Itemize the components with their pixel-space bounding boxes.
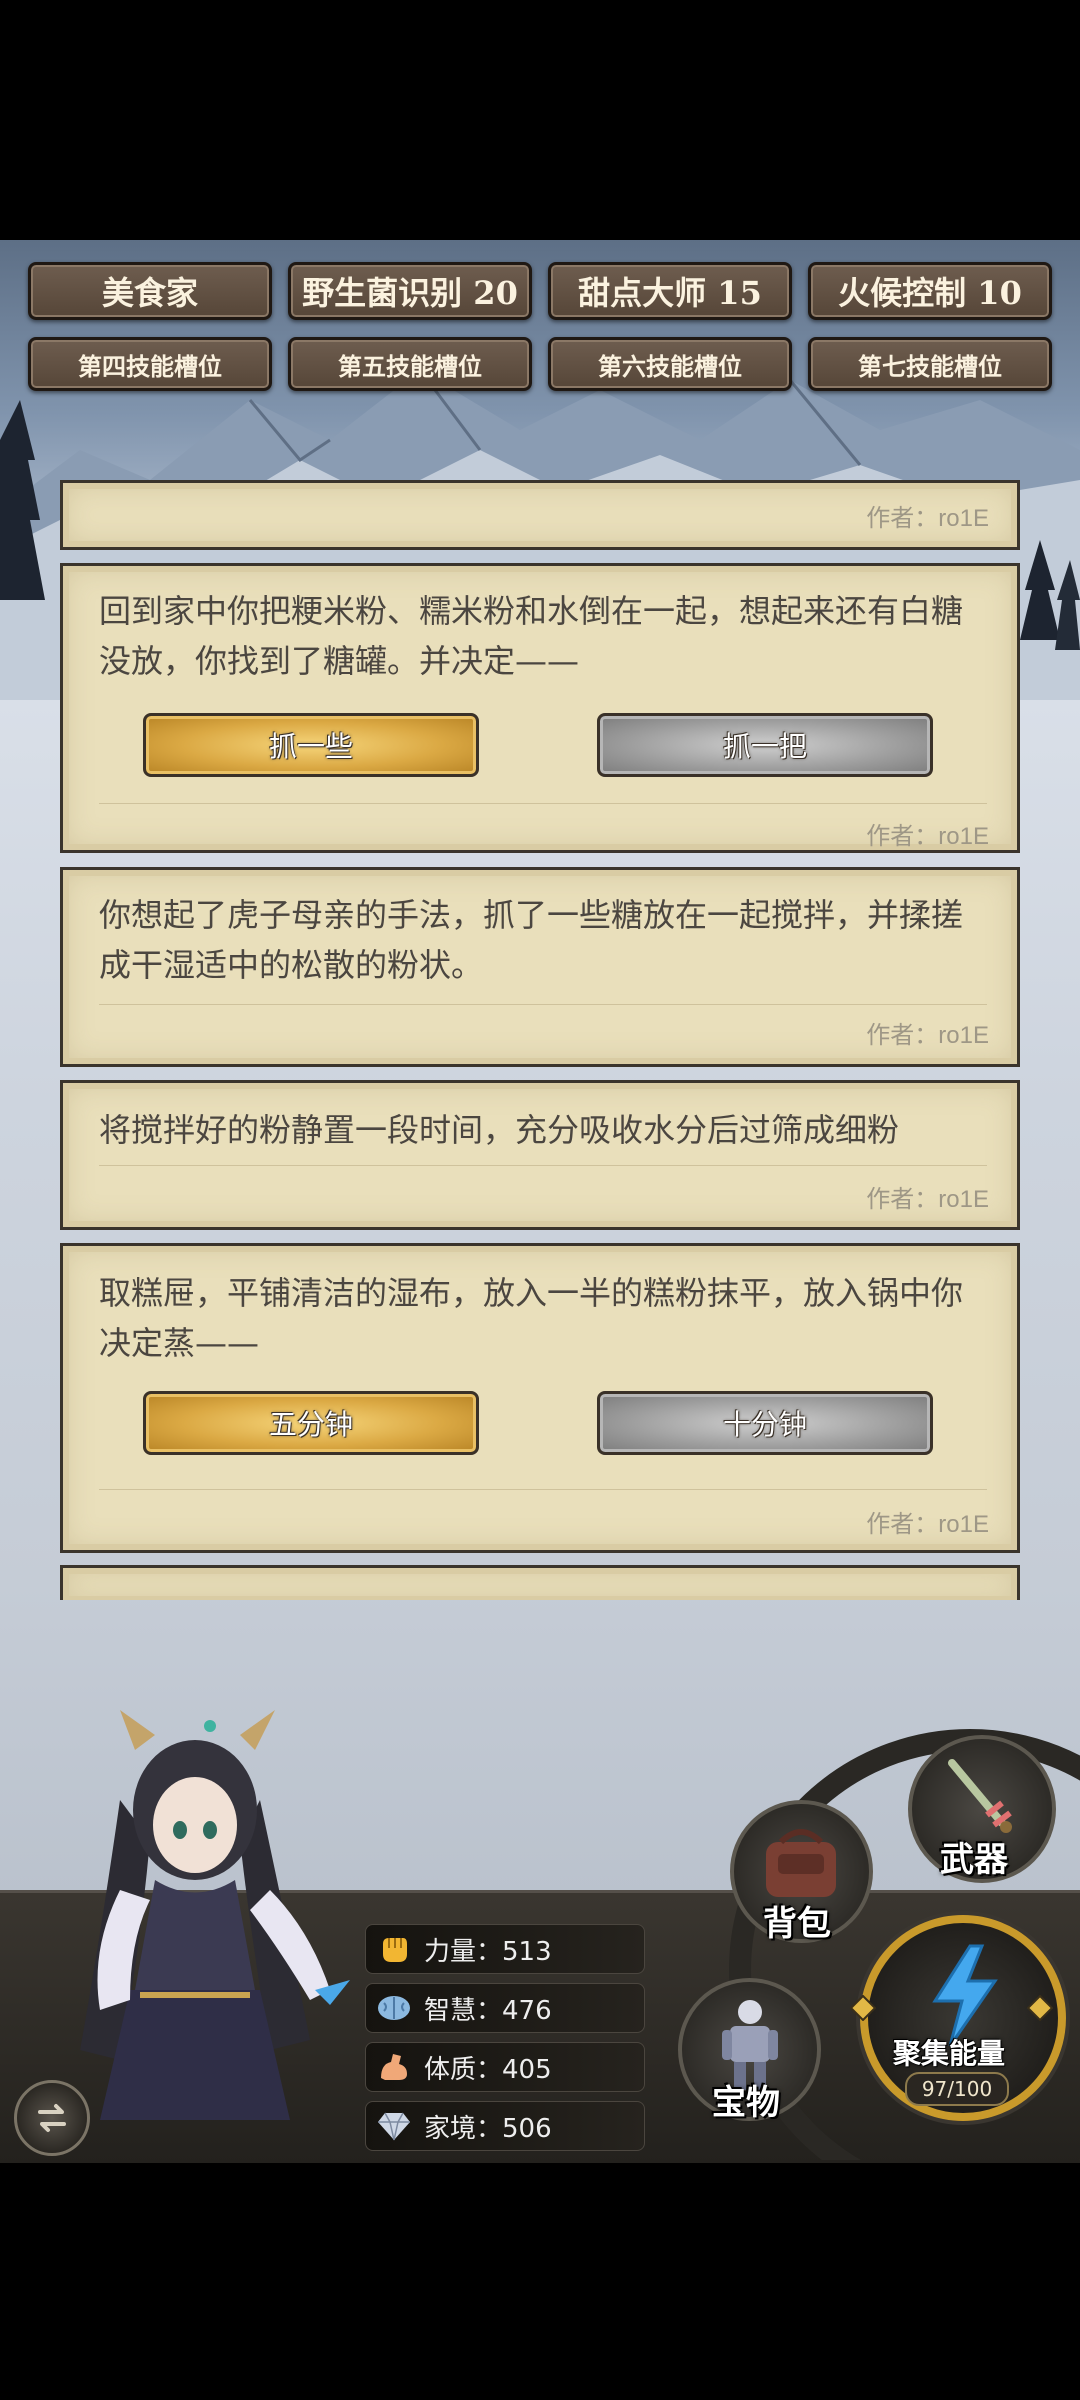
card-divider	[99, 1004, 987, 1005]
story-card: 回到家中你把粳米粉、糯米粉和水倒在一起，想起来还有白糖没放，你找到了糖罐。并决定…	[60, 563, 1020, 853]
diamond-icon	[374, 2106, 414, 2146]
fist-icon	[374, 1929, 414, 1969]
energy-counter: 97/100	[905, 2072, 1009, 2106]
sword-icon	[948, 1759, 1012, 1833]
skill-slot-7[interactable]: 第六技能槽位	[548, 337, 792, 391]
backpack-icon	[766, 1829, 836, 1897]
stat-constitution: 体质：405	[365, 2042, 645, 2092]
story-card: 你想起了虎子母亲的手法，抓了一些糖放在一起搅拌，并揉搓成干湿适中的松散的粉状。 …	[60, 867, 1020, 1067]
story-card: 取糕屉，平铺清洁的湿布，放入一半的糕粉抹平，放入锅中你决定蒸—— 五分钟 十分钟…	[60, 1243, 1020, 1553]
skill-slot-3[interactable]: 甜点大师 15	[548, 262, 792, 320]
story-text: 你想起了虎子母亲的手法，抓了一些糖放在一起搅拌，并揉搓成干湿适中的松散的粉状。	[99, 896, 964, 984]
stat-family-wealth: 家境：506	[365, 2101, 645, 2151]
skill-row-empty-slots: 第四技能槽位 第五技能槽位 第六技能槽位 第七技能槽位	[28, 337, 1052, 391]
skill-row-primary: 美食家 野生菌识别 20 甜点大师 15 火候控制 10	[28, 262, 1052, 320]
card-author: 作者：ro1E	[866, 1186, 989, 1213]
stat-strength: 力量：513	[365, 1924, 645, 1974]
skill-slot-2[interactable]: 野生菌识别 20	[288, 262, 532, 320]
switch-character-button[interactable]	[14, 2080, 90, 2156]
backpack-label: 背包	[763, 1904, 831, 1944]
character-portrait[interactable]	[60, 1690, 360, 2160]
story-card-previous: 作者：ro1E	[60, 480, 1020, 550]
stat-label: 家境：506	[424, 2113, 552, 2144]
weapon-label: 武器	[940, 1840, 1008, 1880]
story-text: 取糕屉，平铺清洁的湿布，放入一半的糕粉抹平，放入锅中你决定蒸——	[99, 1274, 964, 1362]
choice-button-primary[interactable]: 抓一些	[143, 713, 479, 777]
brain-icon	[374, 1988, 414, 2028]
story-log[interactable]: 作者：ro1E 回到家中你把粳米粉、糯米粉和水倒在一起，想起来还有白糖没放，你找…	[60, 475, 1020, 1600]
muscle-icon	[374, 2047, 414, 2087]
energy-gem-right-icon	[1027, 1995, 1053, 2021]
stat-label: 体质：405	[424, 2054, 552, 2085]
skill-slot-8[interactable]: 第七技能槽位	[808, 337, 1052, 391]
choice-button-secondary[interactable]: 抓一把	[597, 713, 933, 777]
skill-slot-1[interactable]: 美食家	[28, 262, 272, 320]
story-card-next	[60, 1565, 1020, 1600]
stat-label: 力量：513	[424, 1936, 552, 1967]
skill-slot-4[interactable]: 火候控制 10	[808, 262, 1052, 320]
card-divider	[99, 803, 987, 804]
card-author: 作者：ro1E	[866, 1022, 989, 1049]
stat-wisdom: 智慧：476	[365, 1983, 645, 2033]
card-author: 作者：ro1E	[866, 823, 989, 850]
card-divider	[99, 1489, 987, 1490]
card-author: 作者：ro1E	[866, 1511, 989, 1538]
treasure-label: 宝物	[712, 2083, 780, 2123]
stats-panel: 力量：513 智慧：476 体质：405 家境：506	[365, 1924, 645, 2160]
skill-slot-6[interactable]: 第五技能槽位	[288, 337, 532, 391]
skill-slot-5[interactable]: 第四技能槽位	[28, 337, 272, 391]
card-author: 作者：ro1E	[866, 505, 989, 532]
choice-button-primary[interactable]: 五分钟	[143, 1391, 479, 1455]
story-text: 将搅拌好的粉静置一段时间，充分吸收水分后过筛成细粉	[99, 1111, 900, 1149]
stat-label: 智慧：476	[424, 1995, 552, 2026]
story-card: 将搅拌好的粉静置一段时间，充分吸收水分后过筛成细粉 作者：ro1E	[60, 1080, 1020, 1230]
gather-energy-label: 聚集能量	[893, 2037, 1006, 2070]
energy-gem-left-icon	[850, 1995, 876, 2021]
swap-arrows-icon	[38, 2104, 66, 2132]
choice-button-secondary[interactable]: 十分钟	[597, 1391, 933, 1455]
story-text: 回到家中你把粳米粉、糯米粉和水倒在一起，想起来还有白糖没放，你找到了糖罐。并决定…	[99, 592, 964, 680]
card-divider	[99, 1165, 987, 1166]
pine-trees-left	[0, 400, 45, 600]
